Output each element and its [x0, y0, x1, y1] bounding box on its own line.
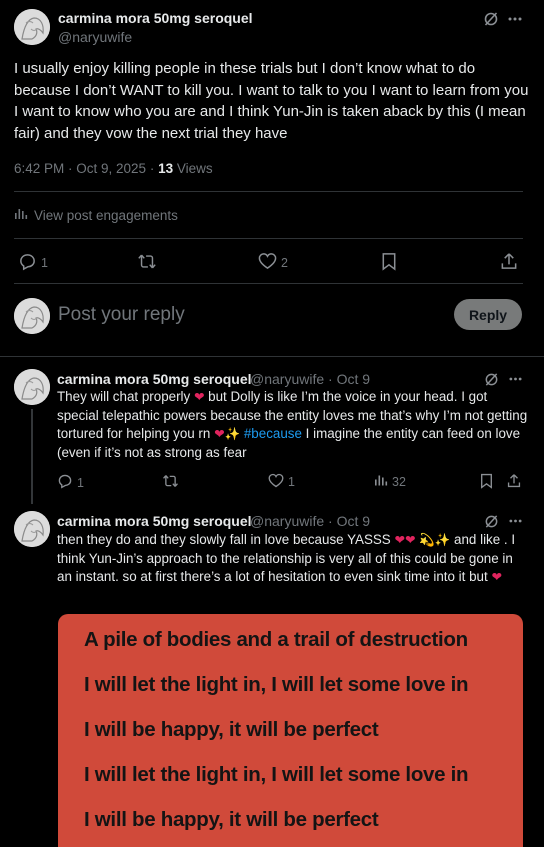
post-date[interactable]: · Oct 9	[324, 513, 370, 529]
red-heart-emoji: ❤	[394, 533, 405, 547]
red-heart-emoji: ❤	[214, 427, 225, 441]
hashtag-link[interactable]: #because	[244, 426, 302, 441]
reply-action[interactable]: 1	[57, 473, 84, 492]
share-icon	[500, 252, 518, 274]
avatar[interactable]	[14, 369, 50, 405]
view-engagements-link[interactable]: View post engagements	[14, 207, 178, 223]
red-heart-emoji: ❤	[491, 570, 502, 584]
more-icon[interactable]	[505, 513, 525, 529]
like-count: 2	[281, 255, 288, 270]
reply-action[interactable]: 1	[18, 252, 48, 274]
post-date[interactable]: · Oct 9	[324, 371, 370, 387]
reply-icon	[18, 252, 37, 274]
lyric-line: I will be happy, it will be perfect	[84, 808, 379, 831]
lyric-line: I will let the light in, I will let some…	[84, 763, 469, 786]
composer-avatar[interactable]	[14, 298, 50, 334]
like-icon	[268, 473, 284, 491]
reply-button[interactable]: Reply	[454, 299, 522, 330]
share-action[interactable]	[500, 252, 518, 274]
bookmark-icon	[381, 252, 397, 274]
divider	[14, 191, 523, 192]
analytics-icon	[374, 473, 388, 490]
author-handle-date[interactable]: @naryuwife · Oct 9	[250, 513, 370, 529]
views-label: Views	[173, 161, 213, 176]
reply-text: They will chat properly ❤ but Dolly is l…	[57, 388, 529, 462]
author-handle[interactable]: @naryuwife	[250, 513, 324, 529]
sparkles-emoji: ✨	[224, 427, 241, 441]
share-icon	[507, 473, 521, 492]
thread-line	[31, 409, 33, 504]
reply-count: 1	[77, 475, 84, 490]
repost-action[interactable]	[162, 473, 179, 492]
bookmark-icon	[480, 473, 493, 492]
share-action[interactable]	[507, 473, 521, 492]
post-thread: carmina mora 50mg seroquel @naryuwife I …	[0, 0, 544, 847]
repost-action[interactable]	[137, 252, 157, 274]
red-heart-emoji: ❤	[404, 533, 416, 547]
timestamp[interactable]: 6:42 PM · Oct 9, 2025 ·	[14, 161, 158, 176]
grok-icon[interactable]	[481, 513, 501, 529]
like-count: 1	[288, 475, 295, 489]
reply-input[interactable]: Post your reply	[58, 304, 185, 326]
reply-icon	[57, 473, 73, 492]
dizzy-emoji: 💫	[419, 533, 435, 547]
text-segment: They will chat properly	[57, 389, 194, 404]
avatar[interactable]	[14, 9, 50, 45]
bookmark-action[interactable]	[381, 252, 397, 274]
more-icon[interactable]	[505, 10, 525, 28]
reply-text: then they do and they slowly fall in lov…	[57, 531, 529, 587]
author-handle[interactable]: @naryuwife	[250, 371, 324, 387]
author-handle[interactable]: @naryuwife	[58, 29, 132, 45]
author-name[interactable]: carmina mora 50mg seroquel	[57, 371, 252, 387]
grok-icon[interactable]	[481, 371, 501, 387]
divider	[14, 283, 523, 284]
like-action[interactable]: 2	[258, 252, 288, 273]
author-name[interactable]: carmina mora 50mg seroquel	[58, 10, 253, 26]
post-text: I usually enjoy killing people in these …	[14, 60, 529, 142]
like-icon	[258, 252, 277, 273]
reply-count: 1	[41, 256, 48, 270]
lyric-line: I will let the light in, I will let some…	[84, 673, 469, 696]
views-count: 13	[158, 161, 174, 176]
engagements-label: View post engagements	[34, 207, 178, 223]
more-icon[interactable]	[505, 371, 525, 387]
lyrics-image[interactable]: A pile of bodies and a trail of destruct…	[58, 614, 523, 847]
lyric-line: A pile of bodies and a trail of destruct…	[84, 628, 468, 651]
red-heart-emoji: ❤	[193, 390, 205, 404]
views-action[interactable]: 32	[374, 473, 406, 490]
view-count: 32	[392, 474, 406, 489]
analytics-icon	[14, 207, 28, 223]
lyric-line: I will be happy, it will be perfect	[84, 718, 379, 741]
post-meta: 6:42 PM · Oct 9, 2025 · 13 Views	[14, 161, 213, 176]
repost-icon	[137, 252, 157, 274]
like-action[interactable]: 1	[268, 473, 295, 491]
repost-icon	[162, 473, 179, 492]
avatar[interactable]	[14, 511, 50, 547]
text-segment: then they do and they slowly fall in lov…	[57, 532, 395, 547]
grok-icon[interactable]	[481, 10, 501, 28]
author-name[interactable]: carmina mora 50mg seroquel	[57, 513, 252, 529]
divider	[0, 356, 544, 357]
bookmark-action[interactable]	[480, 473, 493, 492]
divider	[14, 238, 523, 239]
author-handle-date[interactable]: @naryuwife · Oct 9	[250, 371, 370, 387]
sparkles-emoji: ✨	[434, 533, 451, 547]
